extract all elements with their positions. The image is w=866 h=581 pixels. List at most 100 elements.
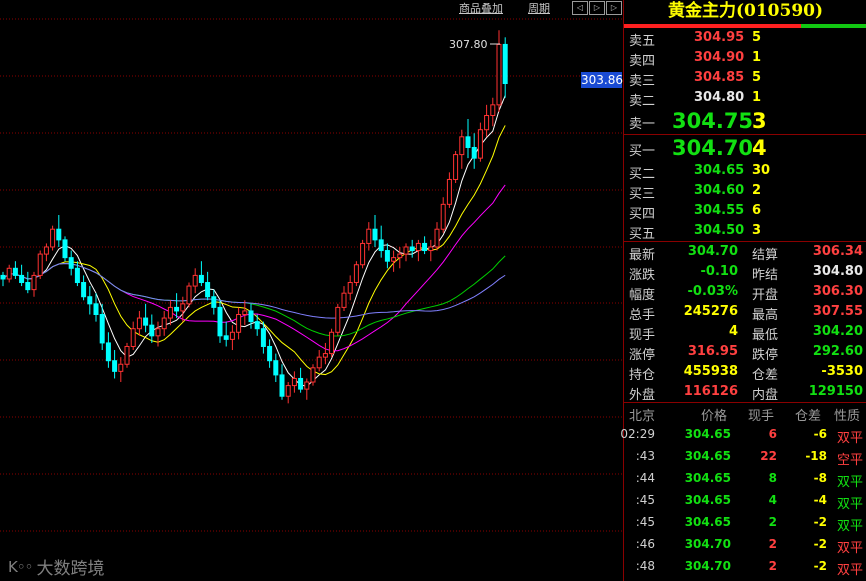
tick-time: :48 <box>635 559 655 573</box>
tick-time: :43 <box>635 449 655 463</box>
bid-label: 买五 <box>629 227 656 242</box>
stat-row: 外盘 116126 内盘 129150 <box>624 382 866 403</box>
stat-value: 307.55 <box>812 304 863 319</box>
candlestick-chart[interactable]: 307.80 <box>0 0 622 581</box>
candle-body <box>19 274 25 284</box>
tick-price: 304.65 <box>684 449 731 463</box>
candle-body <box>285 385 291 397</box>
moving-averages <box>2 95 506 387</box>
bid-level-3: 买三 304.60 2 <box>624 181 866 202</box>
tick-price: 304.70 <box>684 537 731 551</box>
stat-label: 涨跌 <box>629 268 656 283</box>
candle-body <box>366 228 372 244</box>
candle-body <box>167 306 173 319</box>
candle-body <box>143 317 149 326</box>
tick-nature: 双平 <box>836 475 863 490</box>
watermark-logo: K◦◦ <box>8 557 34 576</box>
ask-volume: 1 <box>752 50 762 65</box>
candle-body <box>43 246 49 255</box>
bid-volume: 6 <box>752 203 762 218</box>
bid-label: 买一 <box>629 144 656 159</box>
stat-label: 涨停 <box>629 348 656 363</box>
scroll-end-button[interactable]: ▷ <box>606 1 622 15</box>
overlay-link[interactable]: 商品叠加 <box>459 0 503 16</box>
candle-body <box>50 228 56 248</box>
tick-row: :45 304.65 2 -2 双平 <box>624 511 866 534</box>
candle-body <box>81 282 87 298</box>
candle-body <box>353 264 359 284</box>
candle-body <box>267 345 273 362</box>
candle-body <box>74 267 80 284</box>
tick-oi-diff: -2 <box>813 559 827 573</box>
bid-levels: 买一 304.70 4 买二 304.65 30 买三 304.60 2 买四 304.55 6 买五 3… <box>624 135 866 242</box>
candle-body <box>360 242 366 266</box>
tick-nature: 双平 <box>836 519 863 534</box>
period-link[interactable]: 周期 <box>528 0 550 16</box>
candle-body <box>434 228 440 248</box>
candle-body <box>12 267 18 276</box>
candle-body <box>384 250 390 262</box>
tick-oi-diff: -6 <box>813 427 827 441</box>
candle-body <box>415 242 421 252</box>
ask-price: 304.80 <box>694 90 745 105</box>
tick-time: 02:29 <box>620 427 655 441</box>
candle-body <box>242 310 248 316</box>
candle-body <box>136 317 142 330</box>
stat-value: 245276 <box>683 304 738 319</box>
candle-body <box>25 282 31 291</box>
candle-body <box>428 246 434 252</box>
tick-volume: 6 <box>768 427 777 441</box>
bid-volume: 3 <box>752 223 762 238</box>
candle-body <box>403 246 409 255</box>
candle-body <box>205 282 211 298</box>
candle-body <box>341 292 347 308</box>
bid-level-1: 买一 304.70 4 <box>624 135 866 161</box>
candle-body <box>316 356 322 369</box>
stat-value: 4 <box>728 324 738 339</box>
tick-row: 02:29 304.65 6 -6 双平 <box>620 423 866 446</box>
candle-body <box>422 242 428 252</box>
stat-label: 仓差 <box>752 368 779 383</box>
stat-row: 幅度 -0.03% 开盘 306.30 <box>624 282 866 303</box>
candle-body <box>477 129 483 159</box>
stat-label: 内盘 <box>752 388 779 403</box>
tick-time: :44 <box>635 471 655 485</box>
tick-table[interactable]: 02:29 304.65 6 -6 双平:43 304.65 22 -18 空平:44 304.6… <box>620 423 866 578</box>
candle-body <box>105 342 111 362</box>
ask-level-4: 卖四 304.90 1 <box>624 48 866 69</box>
candle-body <box>174 306 180 312</box>
tick-volume: 2 <box>768 537 777 551</box>
watermark-text: 大数跨境 <box>36 559 105 579</box>
chart-grid <box>0 18 622 532</box>
candle-body <box>99 314 105 344</box>
candle-body <box>329 331 335 355</box>
stat-label: 最高 <box>752 308 779 323</box>
tick-price: 304.70 <box>684 559 731 573</box>
candle-body <box>161 317 167 330</box>
stat-value: -0.03% <box>687 284 739 299</box>
tick-time: :45 <box>635 515 655 529</box>
candle-body <box>217 306 223 337</box>
tick-oi-diff: -4 <box>813 493 827 507</box>
stat-row: 涨停 316.95 跌停 292.60 <box>624 342 866 363</box>
scroll-left-button[interactable]: ◁ <box>572 1 588 15</box>
candle-body <box>6 267 12 280</box>
bid-price: 304.70 <box>672 136 754 160</box>
scroll-right-button[interactable]: ▷ <box>589 1 605 15</box>
candles <box>0 30 508 404</box>
tick-oi-diff: -2 <box>813 537 827 551</box>
candle-body <box>68 257 74 269</box>
ask-price: 304.90 <box>694 50 745 65</box>
ask-label: 卖二 <box>629 94 656 109</box>
stat-row: 总手 245276 最高 307.55 <box>624 302 866 323</box>
candle-body <box>130 328 136 347</box>
bid-volume: 4 <box>752 136 767 160</box>
candle-body <box>291 377 297 387</box>
candle-body <box>378 239 384 252</box>
tick-volume: 2 <box>768 515 777 529</box>
tick-price: 304.65 <box>684 493 731 507</box>
high-marker-label: 307.80 <box>449 38 488 51</box>
tick-volume: 4 <box>768 493 777 507</box>
candle-body <box>273 360 279 376</box>
stat-value: 129150 <box>808 384 863 399</box>
